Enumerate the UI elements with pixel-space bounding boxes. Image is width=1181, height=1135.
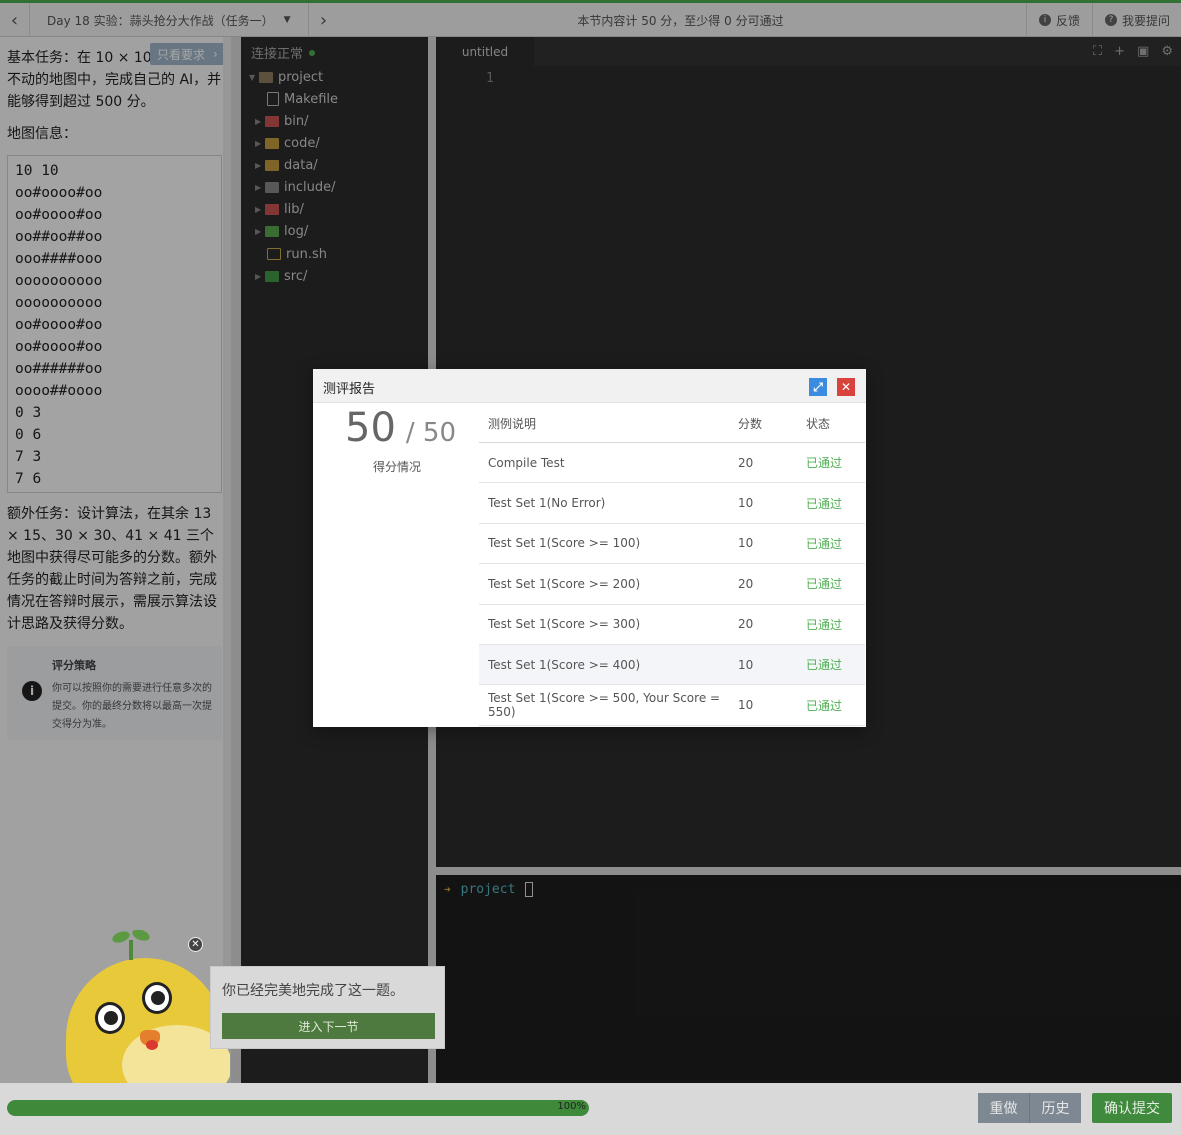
cell-status: 已通过 xyxy=(806,536,843,551)
cell-desc: Test Set 1(Score >= 400) xyxy=(488,657,641,672)
cell-score: 20 xyxy=(738,455,754,470)
modal-header: 测评报告 ⤢ ✕ xyxy=(313,369,866,403)
mascot-eye xyxy=(142,982,172,1014)
score-total: / 50 xyxy=(405,418,457,448)
cell-desc: Test Set 1(Score >= 200) xyxy=(488,576,641,591)
table-row: Test Set 1(Score >= 100) 10 已通过 xyxy=(479,524,865,565)
cell-status: 已通过 xyxy=(806,658,843,673)
table-row: Test Set 1(Score >= 200) 20 已通过 xyxy=(479,564,865,605)
table-header: 测例说明 分数 状态 xyxy=(479,404,865,443)
cell-score: 10 xyxy=(738,496,754,511)
cell-score: 10 xyxy=(738,536,754,551)
modal-title: 测评报告 xyxy=(323,382,376,397)
toast-message: 你已经完美地完成了这一题。 xyxy=(222,983,404,999)
table-row: Test Set 1(Score >= 400) 10 已通过 xyxy=(479,644,865,686)
progress-text: 100% xyxy=(557,1101,586,1112)
cell-score: 20 xyxy=(738,617,754,632)
submit-button[interactable]: 确认提交 xyxy=(1092,1093,1172,1123)
redo-button[interactable]: 重做 xyxy=(978,1093,1029,1123)
cell-desc: Test Set 1(No Error) xyxy=(488,496,606,511)
close-mascot-icon[interactable]: ✕ xyxy=(188,937,203,952)
cell-score: 10 xyxy=(738,698,754,713)
sprout-icon xyxy=(110,930,152,960)
cell-status: 已通过 xyxy=(806,698,843,713)
table-row: Test Set 1(No Error) 10 已通过 xyxy=(479,483,865,524)
next-section-button[interactable]: 进入下一节 xyxy=(222,1013,435,1039)
test-results-table: 测例说明 分数 状态 Compile Test 20 已通过 Test Set 1(N… xyxy=(479,404,865,726)
bottom-bar: 100% 重做 历史 确认提交 xyxy=(0,1083,1181,1135)
score-label: 得分情况 xyxy=(373,460,422,474)
header-status: 状态 xyxy=(806,416,831,431)
completion-toast: 你已经完美地完成了这一题。 进入下一节 xyxy=(210,966,445,1049)
cell-status: 已通过 xyxy=(806,577,843,592)
cell-desc: Compile Test xyxy=(488,455,565,470)
table-row: Compile Test 20 已通过 xyxy=(479,443,865,484)
expand-icon[interactable]: ⤢ xyxy=(809,378,827,396)
cell-score: 20 xyxy=(738,576,754,591)
cell-desc: Test Set 1(Score >= 300) xyxy=(488,617,641,632)
history-button[interactable]: 历史 xyxy=(1029,1093,1081,1123)
cell-status: 已通过 xyxy=(806,496,843,511)
mascot-tongue xyxy=(146,1040,158,1050)
report-modal: 测评报告 ⤢ ✕ 50 / 50 得分情况 测例说明 分数 状态 Compile… xyxy=(313,369,866,727)
mascot-illustration xyxy=(60,930,230,1083)
cell-desc: Test Set 1(Score >= 500, Your Score = 55… xyxy=(488,691,721,720)
score-value: 50 xyxy=(345,405,396,451)
progress-bar: 100% xyxy=(7,1100,589,1116)
close-icon[interactable]: ✕ xyxy=(837,378,855,396)
cell-score: 10 xyxy=(738,657,754,672)
score-summary: 50 / 50 xyxy=(345,405,456,451)
header-desc: 测例说明 xyxy=(488,416,537,431)
table-row: Test Set 1(Score >= 500, Your Score = 55… xyxy=(479,685,865,726)
mascot-eye xyxy=(95,1002,125,1034)
cell-status: 已通过 xyxy=(806,617,843,632)
cell-status: 已通过 xyxy=(806,456,843,471)
header-score: 分数 xyxy=(738,416,763,431)
progress-fill xyxy=(7,1100,589,1116)
cell-desc: Test Set 1(Score >= 100) xyxy=(488,536,641,551)
table-row: Test Set 1(Score >= 300) 20 已通过 xyxy=(479,605,865,645)
